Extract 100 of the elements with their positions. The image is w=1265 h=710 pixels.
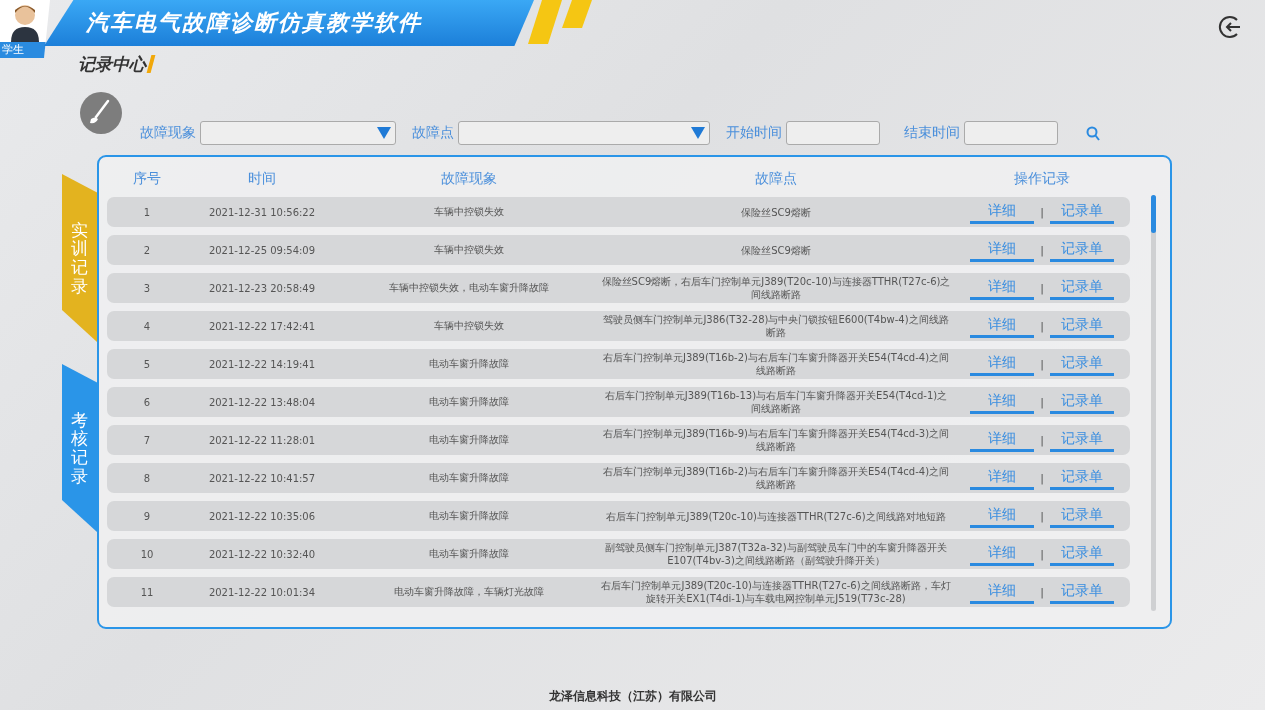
table-cell-text: 右后车门控制单元J389(T16b-9)与右后车门车窗升降器开关E54(T4cd-3)之间线路断路 bbox=[601, 427, 951, 453]
table-cell-text: 电动车窗升降故障 bbox=[427, 509, 510, 523]
table-cell-text: 右后车门控制单元J389(T16b-2)与右后车门车窗升降器开关E54(T4cd-4)之间线路断路 bbox=[601, 351, 951, 377]
separator-text: | bbox=[1040, 319, 1044, 333]
detail-button[interactable]: 详细 bbox=[970, 352, 1035, 376]
company-name: 龙泽信息科技（江苏）有限公司 bbox=[548, 688, 717, 705]
table-cell-text: 2021-12-22 14:19:41 bbox=[207, 358, 317, 370]
detail-button[interactable]: 详细 bbox=[970, 200, 1035, 224]
table-cell-text: 保险丝SC9熔断 bbox=[740, 243, 812, 257]
table-cell-text: 右后车门控制单元J389(T20c-10)与连接器TTHR(T27c-6)之间线路对地短路 bbox=[605, 509, 947, 523]
record-button[interactable]: 记录单 bbox=[1049, 390, 1114, 414]
table-cell-text: 2021-12-22 10:32:40 bbox=[207, 548, 317, 560]
table-cell-text: 驾驶员侧车门控制单元J386(T32-28)与中央门锁按钮E600(T4bw-4)之间线路断路 bbox=[602, 313, 950, 339]
table-cell-text: 车辆中控锁失效 bbox=[432, 243, 505, 257]
app-title: 汽车电气故障诊断仿真教学软件 bbox=[86, 9, 422, 37]
table-cell-text: 2021-12-22 10:35:06 bbox=[207, 510, 317, 522]
person-silhouette-icon bbox=[8, 2, 42, 42]
table-cell-text: 9 bbox=[142, 510, 152, 522]
detail-button[interactable]: 详细 bbox=[970, 238, 1035, 262]
table-cell-text: 电动车窗升降故障，车辆灯光故障 bbox=[392, 585, 545, 599]
separator-text: | bbox=[1040, 357, 1044, 371]
column-header: 故障点 bbox=[754, 169, 798, 188]
table-cell-text: 右后车门控制单元J389(T16b-13)与右后车门车窗升降器开关E54(T4cd-1)之间线路断路 bbox=[603, 389, 949, 415]
filter-label: 结束时间 bbox=[904, 124, 960, 142]
brush-icon[interactable] bbox=[80, 92, 122, 134]
column-header: 序号 bbox=[132, 169, 162, 188]
table-cell-text: 2021-12-23 20:58:49 bbox=[207, 282, 317, 294]
separator-text: | bbox=[1040, 585, 1044, 599]
table-cell-text: 电动车窗升降故障 bbox=[427, 395, 510, 409]
detail-button[interactable]: 详细 bbox=[970, 390, 1035, 414]
date-field[interactable] bbox=[964, 121, 1058, 145]
record-button[interactable]: 记录单 bbox=[1049, 276, 1114, 300]
table-cell-text: 保险丝SC9熔断 bbox=[740, 205, 812, 219]
filter-label: 故障现象 bbox=[140, 124, 196, 142]
separator-text: | bbox=[1040, 433, 1044, 447]
table-cell-text: 电动车窗升降故障 bbox=[427, 357, 510, 371]
separator-text: | bbox=[1040, 509, 1044, 523]
caret-icon bbox=[691, 127, 705, 139]
table-cell-text: 车辆中控锁失效 bbox=[432, 205, 505, 219]
table-cell-text: 2 bbox=[142, 244, 152, 256]
separator-text: | bbox=[1040, 395, 1044, 409]
table-cell-text: 电动车窗升降故障 bbox=[427, 433, 510, 447]
detail-button[interactable]: 详细 bbox=[970, 580, 1035, 604]
table-cell-text: 5 bbox=[142, 358, 152, 370]
side-tab[interactable]: 考核记录 bbox=[62, 364, 97, 532]
table-cell: 右后车门控制单元J389(T20c-10)与连接器TTHR(T27c-6)之间线路断路，车灯旋转开关EX1(T4di-1)与车载电网控制单元J519(T73c-28) bbox=[600, 579, 952, 605]
table-cell-text: 2021-12-22 17:42:41 bbox=[207, 320, 317, 332]
detail-button[interactable]: 详细 bbox=[970, 466, 1035, 490]
detail-button[interactable]: 详细 bbox=[970, 428, 1035, 452]
table-cell-text: 11 bbox=[139, 586, 155, 598]
record-button[interactable]: 记录单 bbox=[1049, 466, 1114, 490]
table-cell-text: 1 bbox=[142, 206, 152, 218]
record-button[interactable]: 记录单 bbox=[1049, 428, 1114, 452]
table-cell-text: 2021-12-25 09:54:09 bbox=[207, 244, 317, 256]
detail-button[interactable]: 详细 bbox=[970, 314, 1035, 338]
table-cell-text: 10 bbox=[139, 548, 155, 560]
record-button[interactable]: 记录单 bbox=[1049, 352, 1114, 376]
side-tab[interactable]: 实训记录 bbox=[62, 174, 97, 342]
record-button[interactable]: 记录单 bbox=[1049, 580, 1114, 604]
table-cell-text: 副驾驶员侧车门控制单元J387(T32a-32)与副驾驶员车门中的车窗升降器开关E107(T4bv-3)之间线路断路（副驾驶升降开关） bbox=[604, 541, 948, 567]
dropdown-field[interactable] bbox=[458, 121, 710, 145]
detail-button[interactable]: 详细 bbox=[970, 276, 1035, 300]
dropdown-field[interactable] bbox=[200, 121, 396, 145]
detail-button[interactable]: 详细 bbox=[970, 504, 1035, 528]
table-cell-text: 4 bbox=[142, 320, 152, 332]
stripes-drawing bbox=[528, 0, 592, 46]
separator-text: | bbox=[1040, 243, 1044, 257]
record-button[interactable]: 记录单 bbox=[1049, 504, 1114, 528]
table-cell-text: 8 bbox=[142, 472, 152, 484]
record-button[interactable]: 记录单 bbox=[1049, 542, 1114, 566]
date-field[interactable] bbox=[786, 121, 880, 145]
column-header: 操作记录 bbox=[1013, 169, 1071, 188]
separator-text: | bbox=[1040, 547, 1044, 561]
table-cell-text: 2021-12-31 10:56:22 bbox=[207, 206, 317, 218]
column-header: 时间 bbox=[247, 169, 277, 188]
scrollbar[interactable] bbox=[1151, 195, 1156, 611]
table-cell-text: 右后车门控制单元J389(T16b-2)与右后车门车窗升降器开关E54(T4cd-4)之间线路断路 bbox=[601, 465, 951, 491]
separator-text: | bbox=[1040, 281, 1044, 295]
table-cell-text: 7 bbox=[142, 434, 152, 446]
table-cell-text: 车辆中控锁失效，电动车窗升降故障 bbox=[387, 281, 550, 295]
detail-button[interactable]: 详细 bbox=[970, 542, 1035, 566]
filter-label: 开始时间 bbox=[726, 124, 782, 142]
table-cell-text: 车辆中控锁失效 bbox=[432, 319, 505, 333]
search-icon[interactable] bbox=[1086, 125, 1100, 141]
record-button[interactable]: 记录单 bbox=[1049, 314, 1114, 338]
table-cell-text: 电动车窗升降故障 bbox=[427, 471, 510, 485]
caret-icon bbox=[377, 127, 391, 139]
table-cell-text: 2021-12-22 10:41:57 bbox=[207, 472, 317, 484]
accent-bar bbox=[146, 55, 156, 73]
exit-icon[interactable] bbox=[1217, 14, 1243, 40]
record-button[interactable]: 记录单 bbox=[1049, 200, 1114, 224]
table-cell-text: 6 bbox=[142, 396, 152, 408]
separator-text: | bbox=[1040, 471, 1044, 485]
scroll-thumb[interactable] bbox=[1151, 195, 1156, 233]
table-cell-text: 2021-12-22 11:28:01 bbox=[207, 434, 317, 446]
section-title: 记录中心 bbox=[78, 52, 146, 76]
record-button[interactable]: 记录单 bbox=[1049, 238, 1114, 262]
table-cell-text: 电动车窗升降故障 bbox=[427, 547, 510, 561]
table-cell-text: 2021-12-22 10:01:34 bbox=[207, 586, 317, 598]
filter-label: 故障点 bbox=[412, 124, 454, 142]
